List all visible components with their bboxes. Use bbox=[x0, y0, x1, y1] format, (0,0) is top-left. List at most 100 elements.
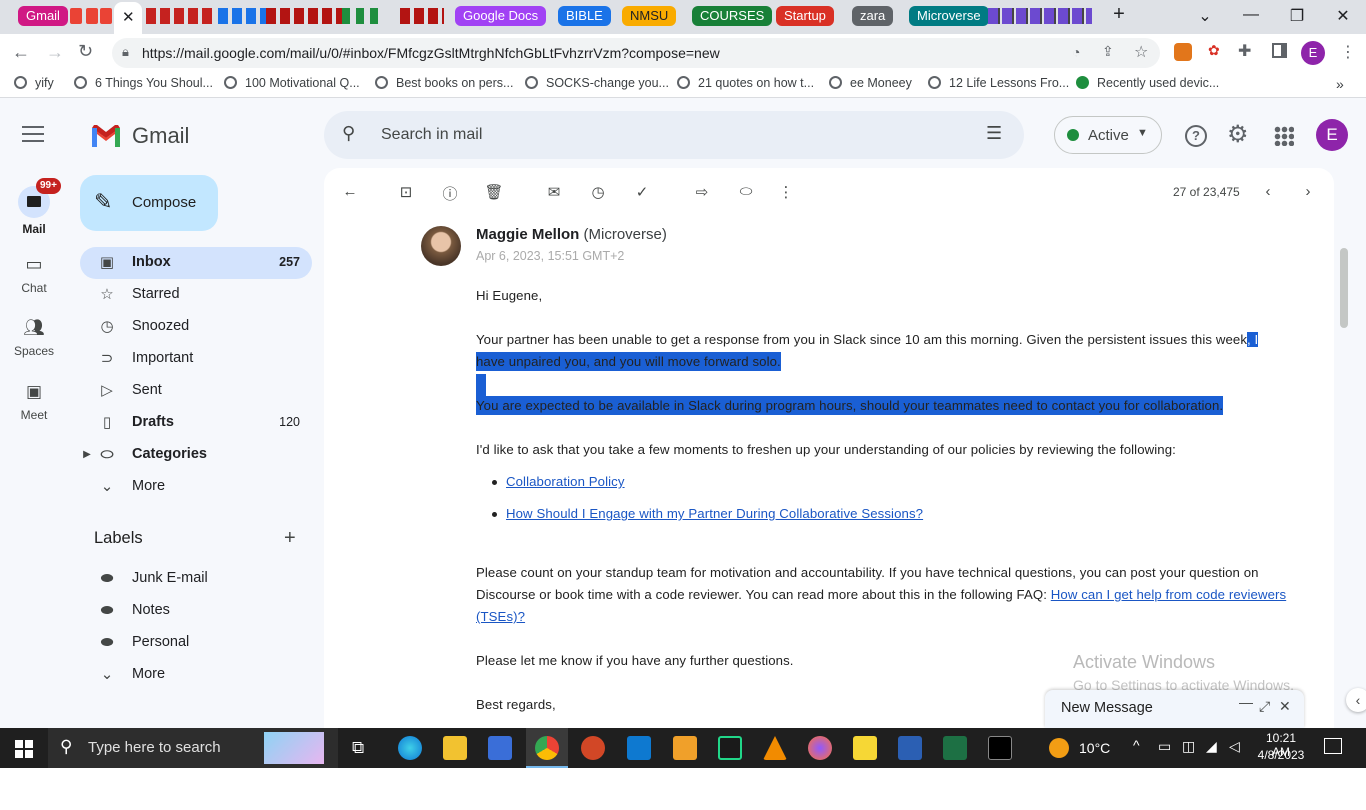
search-bar[interactable]: ⚲ Search in mail ☰ bbox=[324, 111, 1024, 159]
tab-group-bible[interactable]: BIBLE bbox=[558, 6, 611, 26]
docs-tab-icons[interactable] bbox=[146, 8, 212, 24]
search-icon[interactable]: ⚲ bbox=[342, 123, 355, 144]
word-icon[interactable] bbox=[898, 736, 922, 760]
wifi-icon[interactable]: ◢ bbox=[1206, 738, 1217, 755]
label-item[interactable]: ⬬ Personal bbox=[80, 627, 312, 659]
mark-unread-icon[interactable]: ✉ bbox=[544, 183, 564, 203]
windows-start-icon[interactable] bbox=[15, 740, 33, 758]
engage-partner-link[interactable]: How Should I Engage with my Partner Duri… bbox=[506, 506, 923, 521]
pycharm-icon[interactable] bbox=[718, 736, 742, 760]
nav-categories[interactable]: ▶ ⬭ Categories bbox=[80, 439, 312, 471]
share-icon[interactable]: ⇪ bbox=[1102, 43, 1114, 60]
excel-icon[interactable] bbox=[943, 736, 967, 760]
add-label-icon[interactable]: + bbox=[284, 527, 296, 550]
sender-avatar[interactable] bbox=[421, 226, 461, 266]
label-item[interactable]: ⬬ Notes bbox=[80, 595, 312, 627]
sticky-notes-icon[interactable] bbox=[853, 736, 877, 760]
label-more[interactable]: ⌄ More bbox=[80, 659, 312, 691]
help-icon[interactable]: ? bbox=[1185, 125, 1207, 147]
pdf-tab-icons[interactable] bbox=[400, 8, 444, 24]
snooze-icon[interactable]: ◷ bbox=[588, 183, 608, 203]
status-dropdown[interactable]: Active ▼ bbox=[1054, 116, 1162, 154]
bookmark-item[interactable]: yify bbox=[14, 76, 54, 90]
search-input[interactable]: Search in mail bbox=[381, 126, 482, 144]
nav-snoozed[interactable]: ◷ Snoozed bbox=[80, 311, 312, 343]
lock-icon[interactable]: 🔒︎ bbox=[122, 44, 129, 60]
search-options-icon[interactable]: ☰ bbox=[986, 123, 1002, 144]
side-panel-toggle-icon[interactable]: ‹ bbox=[1346, 688, 1366, 712]
bookmark-item[interactable]: Recently used devic... bbox=[1076, 76, 1219, 90]
gmail-tab-icon[interactable] bbox=[70, 8, 82, 24]
reload-icon[interactable]: ↻ bbox=[78, 41, 93, 62]
more-vert-icon[interactable]: ⋮ bbox=[1340, 42, 1356, 62]
rail-spaces[interactable]: 👥︎ Spaces bbox=[0, 318, 68, 358]
nav-important[interactable]: ⊃ Important bbox=[80, 343, 312, 375]
file-explorer-icon[interactable] bbox=[443, 736, 467, 760]
weather-sun-icon[interactable] bbox=[1049, 738, 1069, 758]
device-icon[interactable]: ◫ bbox=[1182, 738, 1195, 755]
close-tab-icon[interactable]: ✕ bbox=[122, 8, 135, 26]
taskbar-search-box[interactable]: ⚲ Type here to search bbox=[48, 728, 338, 768]
sheet-tab-icons[interactable] bbox=[342, 8, 382, 24]
tab-group-courses[interactable]: COURSES bbox=[692, 6, 773, 26]
battery-icon[interactable]: ▭ bbox=[1158, 738, 1171, 755]
apps-grid-icon[interactable] bbox=[1274, 126, 1294, 146]
minimize-compose-icon[interactable]: — bbox=[1239, 694, 1253, 710]
minimize-window-icon[interactable]: — bbox=[1236, 6, 1266, 24]
nav-more[interactable]: ⌄ More bbox=[80, 471, 312, 503]
delete-icon[interactable]: 🗑︎ bbox=[484, 183, 504, 203]
close-window-icon[interactable]: ✕ bbox=[1328, 6, 1358, 26]
weather-temp[interactable]: 10°C bbox=[1079, 740, 1110, 756]
bookmark-item[interactable]: 21 quotes on how t... bbox=[677, 76, 814, 90]
maximize-window-icon[interactable]: ❐ bbox=[1282, 6, 1312, 26]
bookmarks-overflow-icon[interactable]: » bbox=[1336, 76, 1344, 92]
powerpoint-icon[interactable] bbox=[581, 736, 605, 760]
gmail-tab-icon[interactable] bbox=[100, 8, 112, 24]
sublime-text-icon[interactable] bbox=[673, 736, 697, 760]
gmail-logo-icon[interactable] bbox=[90, 123, 122, 147]
microverse-tab-icons[interactable] bbox=[988, 8, 1092, 24]
rail-mail[interactable]: 99+ Mail bbox=[0, 178, 68, 236]
tab-group-gmail[interactable]: Gmail bbox=[18, 6, 68, 26]
bookmark-star-icon[interactable]: ☆ bbox=[1134, 42, 1148, 62]
extension-icon[interactable]: ✿ bbox=[1208, 42, 1220, 59]
bookmark-item[interactable]: SOCKS-change you... bbox=[525, 76, 669, 90]
clock-date[interactable]: 4/8/2023 bbox=[1256, 748, 1306, 762]
label-as-icon[interactable]: ⬭ bbox=[736, 183, 756, 203]
bookmark-item[interactable]: 6 Things You Shoul... bbox=[74, 76, 213, 90]
vscode-icon[interactable] bbox=[627, 736, 651, 760]
gmail-wordmark[interactable]: Gmail bbox=[132, 123, 189, 149]
older-chevron-icon[interactable]: › bbox=[1298, 183, 1318, 203]
tab-group-microverse[interactable]: Microverse bbox=[909, 6, 989, 26]
volume-icon[interactable]: ◁ bbox=[1229, 738, 1240, 755]
nav-drafts[interactable]: ▯ Drafts 120 bbox=[80, 407, 312, 439]
add-task-icon[interactable]: ✓ bbox=[632, 183, 652, 203]
url-text[interactable]: https://mail.google.com/mail/u/0/#inbox/… bbox=[142, 45, 720, 61]
side-panel-icon[interactable] bbox=[1272, 43, 1287, 58]
vlc-icon[interactable] bbox=[763, 736, 787, 760]
bookmark-item[interactable]: Best books on pers... bbox=[375, 76, 513, 90]
tab-search-icon[interactable]: ⌄ bbox=[1190, 6, 1220, 26]
new-tab-icon[interactable]: + bbox=[1104, 3, 1134, 26]
code-reviewers-link[interactable]: How can I get help from code reviewers bbox=[1051, 587, 1286, 602]
account-avatar[interactable]: E bbox=[1316, 119, 1348, 151]
pinned-tabs-strip[interactable] bbox=[146, 8, 446, 24]
nav-sent[interactable]: ▷ Sent bbox=[80, 375, 312, 407]
collaboration-policy-link[interactable]: Collaboration Policy bbox=[506, 474, 625, 489]
report-spam-icon[interactable]: ⓘ bbox=[440, 183, 460, 203]
tab-group-google-docs[interactable]: Google Docs bbox=[455, 6, 547, 26]
firefox-icon[interactable] bbox=[808, 736, 832, 760]
compose-button[interactable]: ✎ Compose bbox=[80, 175, 218, 231]
scrollbar-thumb[interactable] bbox=[1340, 248, 1348, 328]
metamask-extension-icon[interactable] bbox=[1174, 43, 1192, 61]
edge-browser-icon[interactable] bbox=[398, 736, 422, 760]
performance-icon[interactable]: ◔ bbox=[1072, 44, 1080, 60]
bookmark-item[interactable]: 12 Life Lessons Fro... bbox=[928, 76, 1069, 90]
archive-icon[interactable]: ⊡ bbox=[396, 183, 416, 203]
forward-arrow-icon[interactable]: → bbox=[46, 42, 64, 63]
close-compose-icon[interactable]: ✕ bbox=[1279, 698, 1291, 715]
back-arrow-icon[interactable]: ← bbox=[12, 42, 30, 63]
show-hidden-icons-chevron[interactable]: ^ bbox=[1133, 737, 1140, 753]
gmail-tab-icon[interactable] bbox=[86, 8, 98, 24]
rail-chat[interactable]: ▭ Chat bbox=[0, 254, 68, 295]
